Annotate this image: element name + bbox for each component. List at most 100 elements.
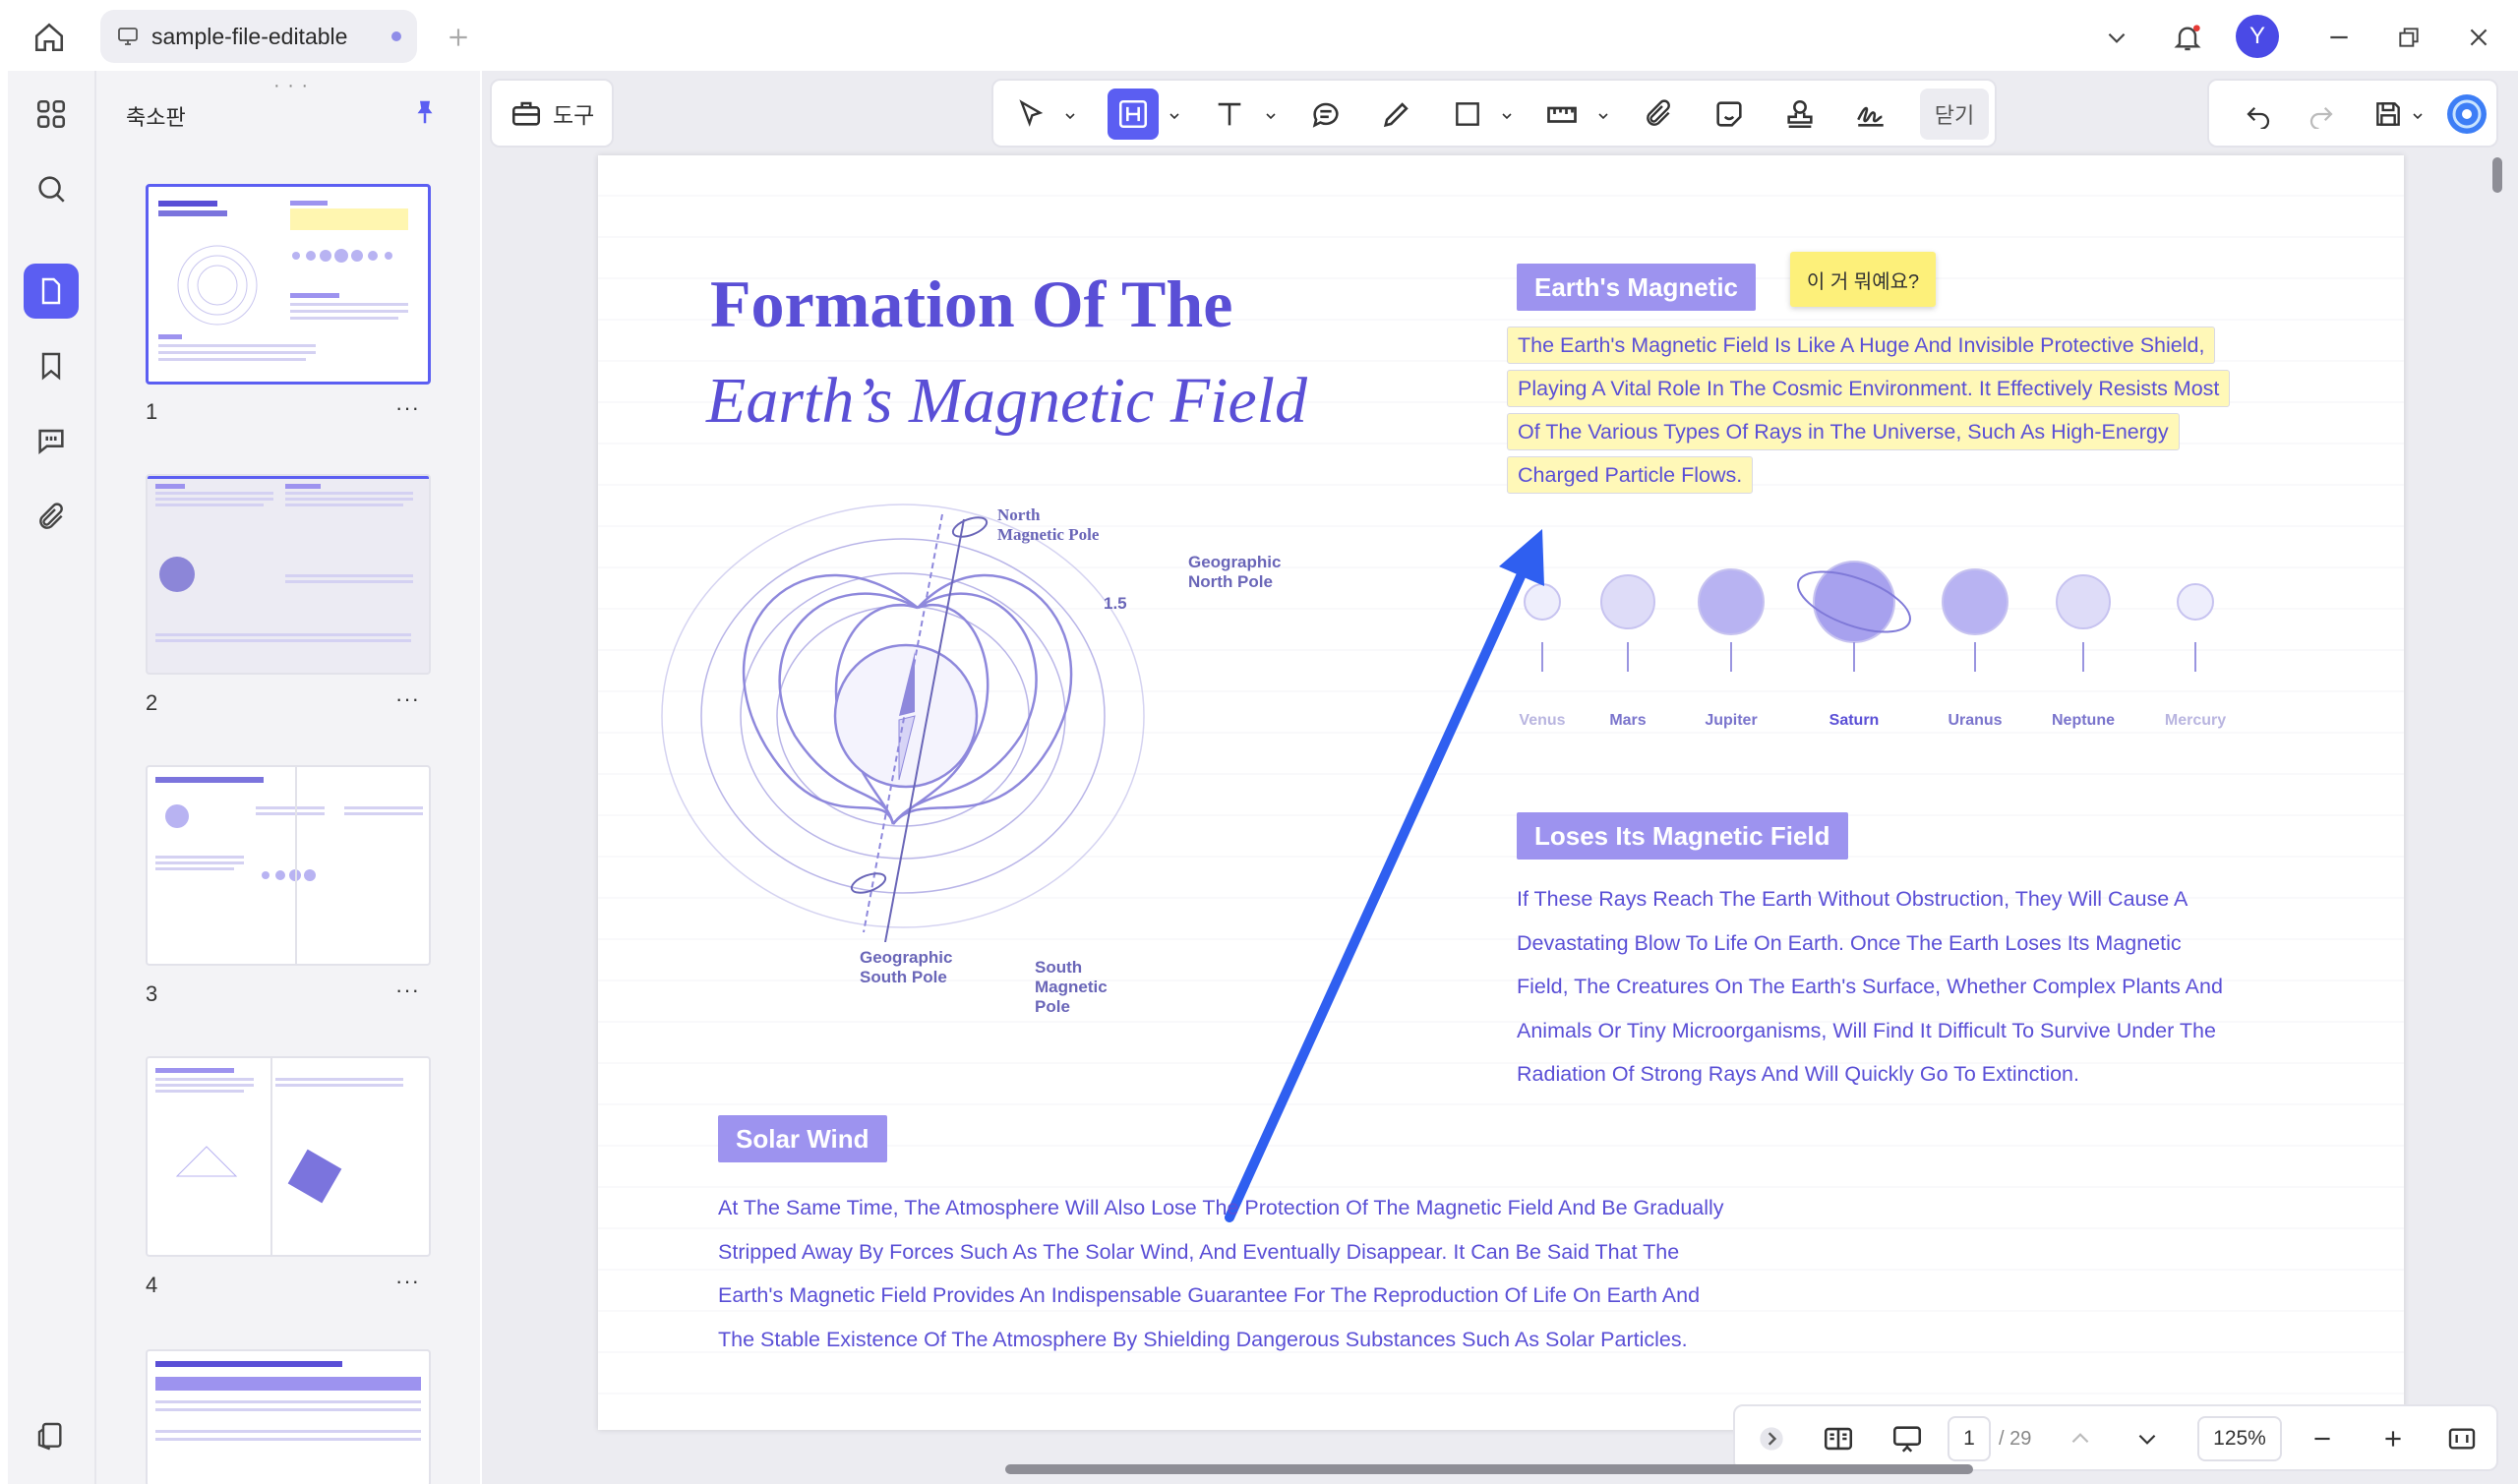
vertical-scrollbar[interactable] — [2492, 157, 2502, 193]
signature-tool-button[interactable] — [1845, 89, 1896, 140]
section-label-earths-magnetic: Earth's Magnetic — [1517, 264, 1757, 311]
thumbnail-more-button[interactable]: ··· — [395, 978, 420, 1003]
signature-icon — [1857, 106, 1884, 127]
minimize-icon — [2330, 35, 2348, 39]
home-icon — [34, 23, 64, 52]
highlighted-text-line[interactable]: Playing A Vital Role In The Cosmic Envir… — [1507, 370, 2231, 407]
rail-bookmarks-button[interactable] — [24, 338, 79, 393]
rail-ui-button[interactable] — [24, 1408, 79, 1463]
presentation-button[interactable] — [1885, 1416, 1930, 1461]
save-button[interactable] — [2363, 89, 2414, 140]
planet-label: Saturn — [1829, 712, 1880, 729]
notifications-button[interactable] — [2164, 14, 2211, 61]
highlighted-text-line[interactable]: The Earth's Magnetic Field Is Like A Hug… — [1507, 326, 2216, 364]
thumbnail-more-button[interactable]: ··· — [395, 686, 420, 712]
shape-tool-button[interactable] — [1442, 89, 1493, 140]
chevron-down-icon[interactable] — [1169, 110, 1180, 122]
paperclip-icon — [1647, 99, 1670, 126]
thumbnail-number: 4 — [146, 1273, 158, 1297]
rail-thumbnails-button[interactable] — [24, 264, 79, 319]
rectangle-icon — [1456, 102, 1479, 126]
user-avatar[interactable]: Y — [2236, 15, 2279, 58]
chevron-up-icon — [2071, 1433, 2089, 1444]
thumbnail-preview — [148, 476, 429, 642]
angle-label: 1.5 — [1104, 594, 1127, 613]
zoom-in-button[interactable] — [2370, 1416, 2416, 1461]
panel-drag-handle[interactable]: · · · — [273, 75, 309, 97]
chevron-down-icon[interactable] — [1597, 110, 1609, 122]
collapse-bar-button[interactable] — [1749, 1416, 1794, 1461]
highlighted-text-line[interactable]: Charged Particle Flows. — [1507, 456, 1754, 494]
tabs-dropdown-button[interactable] — [2093, 14, 2140, 61]
new-tab-button[interactable] — [439, 18, 478, 57]
thumbnail-page-2[interactable] — [146, 474, 431, 675]
home-button[interactable] — [30, 18, 69, 57]
page-navigation-bar: 1 / 29 125% — [1733, 1404, 2498, 1471]
history-toolbar — [2207, 79, 2498, 148]
presentation-icon — [1892, 1426, 1922, 1453]
sticky-note[interactable]: 이 거 뭐예요? — [1790, 252, 1936, 307]
pin-panel-button[interactable] — [407, 94, 443, 130]
chevron-down-icon[interactable] — [2412, 110, 2424, 122]
highlight-tool-button[interactable] — [1108, 89, 1159, 140]
select-tool-button[interactable] — [1005, 89, 1056, 140]
rail-attachments-button[interactable] — [24, 490, 79, 545]
planet-label: Jupiter — [1705, 712, 1758, 729]
text-tool-button[interactable] — [1204, 89, 1255, 140]
page-layout-button[interactable] — [1816, 1416, 1861, 1461]
chevron-down-icon[interactable] — [1501, 110, 1513, 122]
tools-label: 도구 — [553, 102, 595, 128]
minus-icon — [2314, 1437, 2330, 1441]
chevron-down-icon[interactable] — [1265, 110, 1277, 122]
close-icon — [2470, 29, 2488, 46]
tools-button[interactable]: 도구 — [490, 79, 614, 148]
close-window-button[interactable] — [2455, 14, 2502, 61]
thumbnail-page-1[interactable] — [146, 184, 431, 385]
close-toolbar-button[interactable]: 닫기 — [1920, 89, 1989, 140]
measure-tool-button[interactable] — [1536, 89, 1588, 140]
undo-button[interactable] — [2233, 89, 2284, 140]
ai-assistant-button[interactable] — [2441, 89, 2492, 140]
thumbnail-panel: · · · 축소판 1 ··· 2 ··· 3 ··· 4 ··· — [94, 71, 480, 1484]
restore-button[interactable] — [2385, 14, 2432, 61]
thumbnail-panel-title: 축소판 — [126, 105, 186, 130]
horizontal-scrollbar[interactable] — [1005, 1464, 1973, 1474]
zoom-out-button[interactable] — [2300, 1416, 2345, 1461]
pen-tool-button[interactable] — [1371, 89, 1422, 140]
thumbnail-page-5[interactable] — [146, 1349, 431, 1484]
redo-icon — [2309, 106, 2333, 129]
chevron-down-icon — [2108, 32, 2126, 43]
thumbnail-page-3[interactable] — [146, 765, 431, 966]
actual-size-button[interactable] — [2439, 1416, 2485, 1461]
current-page-input[interactable]: 1 — [1948, 1416, 1991, 1461]
rail-comments-button[interactable] — [24, 413, 79, 468]
section-label-solar-wind: Solar Wind — [718, 1115, 887, 1162]
north-magnetic-pole-label: North Magnetic Pole — [997, 505, 1100, 544]
redo-button[interactable] — [2296, 89, 2347, 140]
stamp-tool-button[interactable] — [1774, 89, 1826, 140]
thumbnail-more-button[interactable]: ··· — [395, 1269, 420, 1294]
highlighted-text-line[interactable]: Of The Various Types Of Rays in The Univ… — [1507, 413, 2180, 450]
document-tab[interactable]: sample-file-editable — [100, 10, 417, 63]
bell-icon — [2174, 25, 2201, 51]
section-label-loses-magnetic-field: Loses Its Magnetic Field — [1517, 812, 1848, 860]
attach-tool-button[interactable] — [1633, 89, 1684, 140]
comment-icon — [38, 429, 64, 454]
planet-label: Mercury — [2164, 712, 2227, 729]
sticker-icon — [1716, 101, 1742, 127]
comment-tool-button[interactable] — [1300, 89, 1351, 140]
annotation-arrow[interactable] — [1208, 529, 1562, 1237]
rail-search-button[interactable] — [24, 161, 79, 216]
paperclip-icon — [39, 503, 63, 529]
rail-organize-button[interactable] — [24, 87, 79, 142]
minimize-button[interactable] — [2315, 14, 2363, 61]
chevron-down-icon[interactable] — [1064, 110, 1076, 122]
pin-icon — [417, 100, 433, 124]
previous-page-button[interactable] — [2058, 1416, 2103, 1461]
zoom-level-field[interactable]: 125% — [2197, 1416, 2282, 1461]
sticker-tool-button[interactable] — [1704, 89, 1755, 140]
thumbnail-page-4[interactable] — [146, 1056, 431, 1257]
next-page-button[interactable] — [2125, 1416, 2170, 1461]
monitor-icon — [118, 28, 138, 45]
thumbnail-more-button[interactable]: ··· — [395, 395, 420, 421]
